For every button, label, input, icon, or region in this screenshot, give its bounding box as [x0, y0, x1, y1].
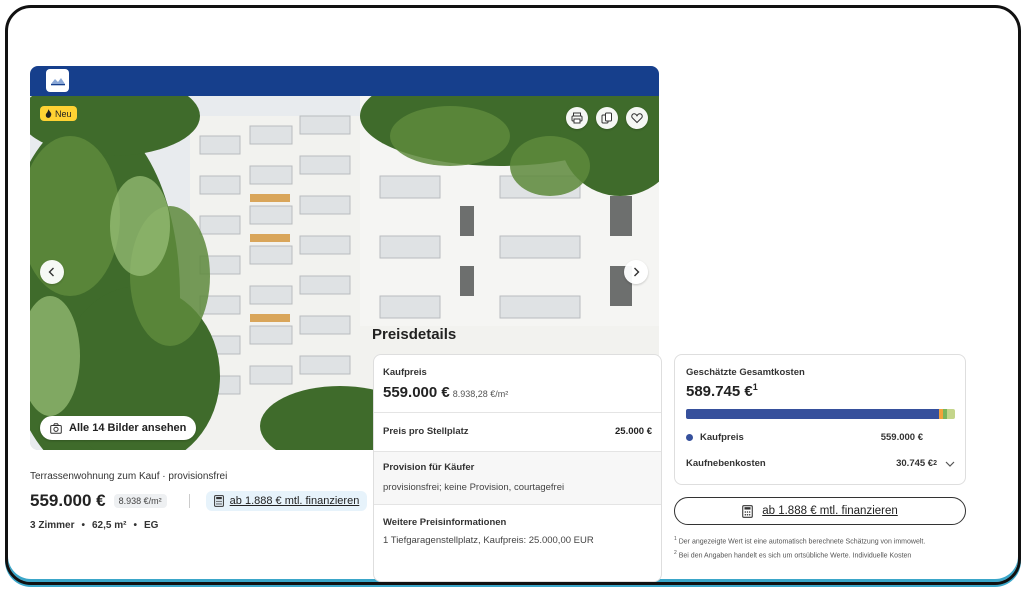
fact-separator: •	[81, 520, 85, 531]
logo-icon[interactable]	[46, 69, 69, 92]
chevron-right-icon	[634, 267, 640, 277]
bar-segment-kaufpreis	[686, 409, 939, 419]
cost-estimate-total: 589.745 €	[686, 383, 753, 400]
cc-kaufpreis-label: Kaufpreis	[700, 432, 744, 443]
finance-button-label: ab 1.888 € mtl. finanzieren	[762, 505, 898, 517]
separator	[374, 504, 661, 505]
floor-fact: EG	[143, 520, 159, 531]
bar-segment	[947, 409, 955, 419]
kaufpreis-label: Kaufpreis	[383, 367, 427, 378]
footnote-text: Bei den Angaben handelt es sich um ortsü…	[678, 552, 912, 560]
cost-breakdown-bar	[686, 409, 955, 419]
kaufpreis-value-row: 559.000 €8.938,28 €/m²	[383, 384, 652, 401]
cost-estimate-card: Geschätzte Gesamtkosten 589.745 €1 Kaufp…	[674, 354, 966, 485]
kaufpreis-value: 559.000 €	[383, 384, 450, 401]
footnote-ref: 2	[933, 460, 937, 467]
chevron-down-icon[interactable]	[945, 461, 955, 467]
cc-nebenkosten-value: 30.745 €	[896, 458, 934, 469]
camera-icon	[50, 422, 62, 434]
cc-kaufpreis-value: 559.000 €	[880, 432, 923, 443]
new-badge-label: Neu	[55, 108, 72, 119]
cc-nebenkosten-label: Kaufnebenkosten	[686, 458, 766, 469]
price-per-sqm-badge: 8.938 €/m²	[113, 494, 167, 508]
fire-icon	[45, 109, 52, 118]
divider	[188, 494, 190, 508]
finance-link-label: ab 1.888 € mtl. finanzieren	[229, 495, 360, 507]
listing-facts: 3 Zimmer • 62,5 m² • EG	[30, 520, 158, 531]
footnote-text: Der angezeigte Wert ist eine automatisch…	[678, 538, 926, 546]
weitere-section: Weitere Preisinformationen 1 Tiefgaragen…	[374, 517, 661, 546]
heart-icon	[631, 113, 643, 124]
footnote-number: 2	[674, 550, 677, 556]
area-fact: 62,5 m²	[91, 520, 127, 531]
price-details-card: Kaufpreis 559.000 €8.938,28 €/m² Preis p…	[373, 354, 662, 582]
provision-text: provisionsfrei; keine Provision, courtag…	[383, 482, 565, 493]
stellplatz-value: 25.000 €	[615, 426, 652, 437]
cost-estimate-label: Geschätzte Gesamtkosten	[686, 367, 805, 378]
previous-image-button[interactable]	[40, 260, 64, 284]
kaufpreis-section: Kaufpreis 559.000 €8.938,28 €/m²	[374, 367, 661, 401]
listing-price: 559.000 €	[30, 491, 106, 510]
provision-label: Provision für Käufer	[383, 462, 475, 473]
footnote-1: 1 Der angezeigte Wert ist eine automatis…	[674, 536, 925, 545]
copy-button[interactable]	[596, 107, 618, 129]
new-badge: Neu	[40, 106, 77, 121]
finance-link[interactable]: ab 1.888 € mtl. finanzieren	[205, 491, 368, 511]
separator	[374, 412, 661, 413]
listing-title: Terrassenwohnung zum Kauf · provisionsfr…	[30, 471, 228, 482]
calculator-icon	[213, 495, 224, 507]
kaufpreis-sqm: 8.938,28 €/m²	[452, 389, 509, 399]
next-image-button[interactable]	[624, 260, 648, 284]
listing-price-row: 559.000 € 8.938 €/m² ab 1.888 € mtl. fin…	[30, 491, 368, 511]
stellplatz-label: Preis pro Stellplatz	[383, 426, 469, 437]
stellplatz-row: Preis pro Stellplatz 25.000 €	[374, 426, 661, 437]
nebenkosten-line[interactable]: Kaufnebenkosten 30.745 €2	[686, 458, 955, 469]
copy-icon	[601, 112, 612, 124]
footnote-number: 1	[674, 536, 677, 542]
print-button[interactable]	[566, 107, 588, 129]
weitere-text: 1 Tiefgaragenstellplatz, Kaufpreis: 25.0…	[383, 535, 594, 546]
weitere-label: Weitere Preisinformationen	[383, 517, 507, 528]
rooms-fact: 3 Zimmer	[30, 520, 75, 531]
all-photos-label: Alle 14 Bilder ansehen	[69, 422, 187, 434]
all-photos-button[interactable]: Alle 14 Bilder ansehen	[40, 416, 197, 440]
finance-button[interactable]: ab 1.888 € mtl. finanzieren	[674, 497, 966, 525]
footnote-ref: 1	[752, 382, 758, 392]
chevron-left-icon	[48, 267, 54, 277]
price-details-title: Preisdetails	[372, 326, 457, 343]
kaufpreis-line: Kaufpreis 559.000 €	[686, 432, 955, 443]
legend-swatch	[686, 434, 693, 441]
provision-section: Provision für Käufer provisionsfrei; kei…	[374, 452, 661, 504]
cost-estimate-total-row: 589.745 €1	[686, 382, 758, 400]
favorite-button[interactable]	[626, 107, 648, 129]
print-icon	[571, 112, 583, 124]
brand-bar	[30, 66, 659, 96]
calculator-icon	[742, 504, 754, 518]
footnote-2: 2 Bei den Angaben handelt es sich um ort…	[674, 550, 911, 559]
fact-separator: •	[133, 520, 137, 531]
